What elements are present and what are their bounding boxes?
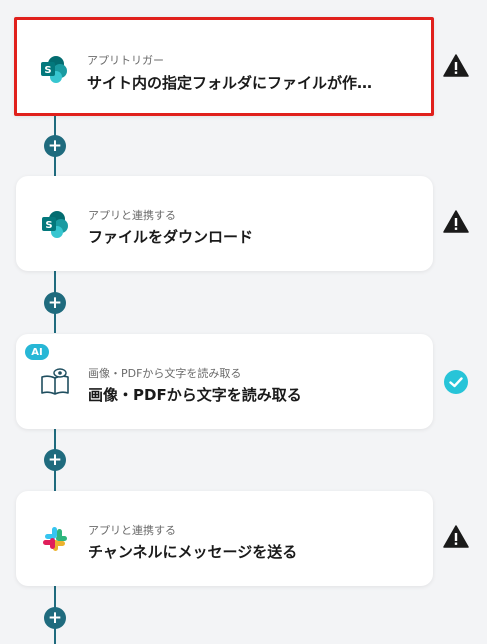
check-circle-icon — [444, 370, 468, 394]
warning-icon — [443, 54, 469, 77]
add-step-button[interactable]: + — [44, 135, 66, 157]
step-title: ファイルをダウンロード — [88, 228, 254, 246]
step-subtitle: アプリと連携する — [88, 209, 176, 222]
slack-icon — [43, 527, 67, 551]
ai-badge: AI — [25, 344, 49, 360]
step-title: チャンネルにメッセージを送る — [88, 543, 298, 561]
flow-step-ocr[interactable]: 画像・PDFから文字を読み取る 画像・PDFから文字を読み取る — [16, 334, 433, 429]
warning-icon — [443, 525, 469, 548]
step-subtitle: アプリトリガー — [87, 54, 164, 67]
step-subtitle: 画像・PDFから文字を読み取る — [88, 367, 242, 380]
step-title: 画像・PDFから文字を読み取る — [88, 386, 302, 404]
flow-step-trigger[interactable]: S アプリトリガー サイト内の指定フォルダにファイルが作… — [14, 17, 434, 116]
sharepoint-icon: S — [41, 56, 67, 83]
svg-text:S: S — [45, 220, 52, 231]
step-subtitle: アプリと連携する — [88, 524, 176, 537]
ocr-book-eye-icon — [41, 368, 69, 395]
sharepoint-icon: S — [42, 211, 68, 238]
step-title: サイト内の指定フォルダにファイルが作… — [87, 74, 373, 92]
svg-text:S: S — [44, 65, 51, 76]
warning-icon — [443, 210, 469, 233]
flow-step-download[interactable]: S アプリと連携する ファイルをダウンロード — [16, 176, 433, 271]
flow-step-slack-message[interactable]: アプリと連携する チャンネルにメッセージを送る — [16, 491, 433, 586]
add-step-button[interactable]: + — [44, 292, 66, 314]
add-step-button[interactable]: + — [44, 449, 66, 471]
add-step-button[interactable]: + — [44, 607, 66, 629]
